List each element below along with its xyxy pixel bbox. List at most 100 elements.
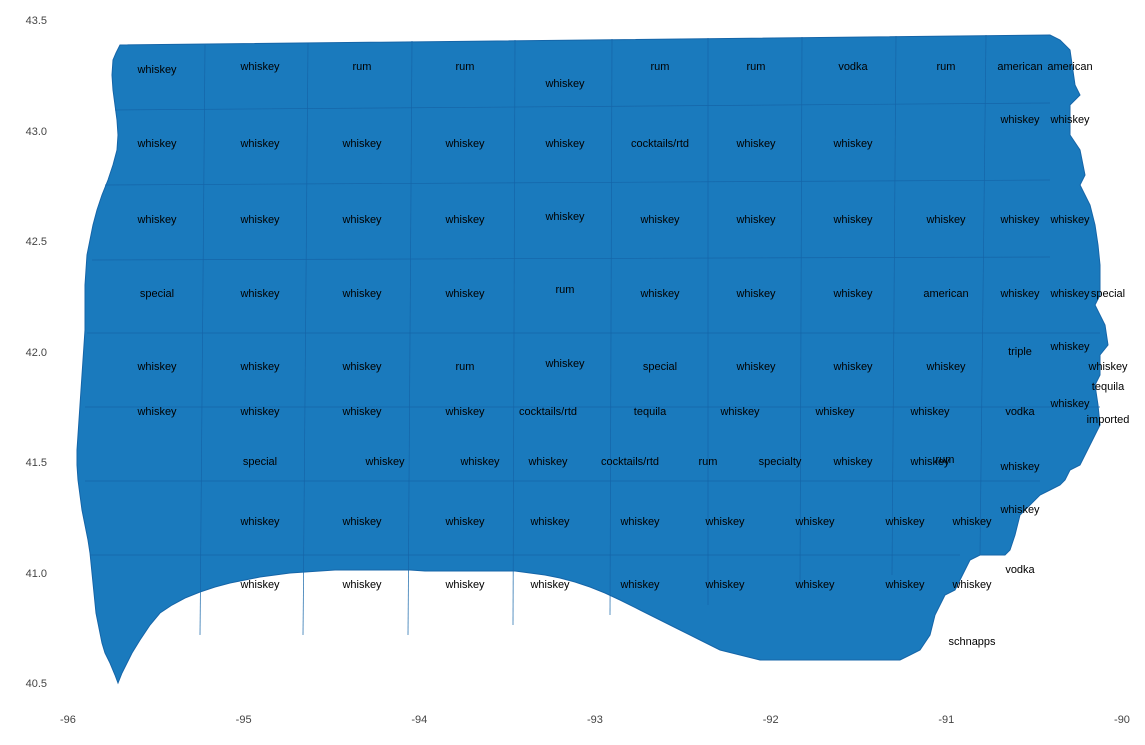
label-cherokee: whiskey: [239, 214, 280, 226]
label-osceola: whiskey: [239, 61, 280, 73]
label-jones: whiskey: [1049, 341, 1090, 353]
label-appanoose: whiskey: [794, 579, 835, 591]
label-worth: rum: [747, 61, 766, 73]
x-label--92: -92: [763, 714, 779, 726]
label-black-hawk: american: [923, 288, 968, 300]
label-dubuque-b: whiskey: [1087, 361, 1128, 373]
label-lyon: whiskey: [136, 64, 177, 76]
label-marion: rum: [699, 456, 718, 468]
label-hamilton: whiskey: [639, 288, 680, 300]
label-clayton-a: whiskey: [999, 214, 1040, 226]
label-guthrie: whiskey: [444, 406, 485, 418]
label-shelby: whiskey: [239, 406, 280, 418]
y-label-425: 42.5: [26, 236, 47, 248]
label-mitchell: vodka: [838, 61, 868, 73]
label-iowa: whiskey: [909, 406, 950, 418]
iowa-map-svg: whiskey whiskey rum rum whiskey rum rum …: [60, 15, 1130, 690]
label-poweshiek: whiskey: [814, 406, 855, 418]
label-pottawattamie: special: [243, 456, 277, 468]
label-wayne: whiskey: [704, 579, 745, 591]
label-jefferson: whiskey: [951, 516, 992, 528]
label-allamakee-a: american: [1047, 61, 1092, 73]
label-clay: whiskey: [341, 138, 382, 150]
x-label--91: -91: [938, 714, 954, 726]
label-palo-alto: whiskey: [444, 138, 485, 150]
label-emmet: rum: [456, 61, 475, 73]
label-des-moines-a: vodka: [1005, 564, 1035, 576]
label-washington: whiskey: [909, 456, 950, 468]
label-mahaska: specialty: [759, 456, 802, 468]
y-label-415: 41.5: [26, 457, 47, 469]
x-axis: -96 -95 -94 -93 -92 -91 -90: [60, 705, 1130, 735]
label-louisa: whiskey: [999, 461, 1040, 473]
label-ida: whiskey: [239, 288, 280, 300]
x-label--90: -90: [1114, 714, 1130, 726]
label-clarke: whiskey: [619, 516, 660, 528]
label-dubuque-a: special: [1091, 288, 1125, 300]
y-label-410: 41.0: [26, 568, 47, 580]
label-grundy: whiskey: [832, 288, 873, 300]
x-label--96: -96: [60, 714, 76, 726]
x-label--94: -94: [411, 714, 427, 726]
label-tama: whiskey: [832, 361, 873, 373]
label-carroll: whiskey: [341, 361, 382, 373]
label-polk: tequila: [634, 406, 667, 418]
label-allamakee-c: whiskey: [1049, 214, 1090, 226]
label-taylor: whiskey: [444, 579, 485, 591]
label-story: special: [643, 361, 677, 373]
label-greene: rum: [456, 361, 475, 373]
label-buchanan: whiskey: [999, 288, 1040, 300]
label-benton: whiskey: [925, 361, 966, 373]
label-bremer: whiskey: [832, 214, 873, 226]
label-winneshiek-b: whiskey: [999, 114, 1040, 126]
x-label--95: -95: [236, 714, 252, 726]
label-adair: whiskey: [459, 456, 500, 468]
label-hardin: whiskey: [735, 288, 776, 300]
label-cedar: whiskey: [1049, 398, 1090, 410]
label-sioux: whiskey: [136, 138, 177, 150]
label-delaware: whiskey: [1049, 288, 1090, 300]
label-hancock: whiskey: [639, 214, 680, 226]
label-lee: schnapps: [948, 636, 996, 648]
label-obrien: whiskey: [239, 138, 280, 150]
label-monona: whiskey: [136, 361, 177, 373]
label-crawford: whiskey: [239, 361, 280, 373]
label-kossuth-a: whiskey: [544, 78, 585, 90]
label-henry: whiskey: [999, 504, 1040, 516]
label-monroe: whiskey: [794, 516, 835, 528]
chart-container: 43.5 43.0 42.5 42.0 41.5 41.0 40.5: [0, 0, 1145, 745]
label-cass: whiskey: [364, 456, 405, 468]
label-union: whiskey: [529, 516, 570, 528]
label-boone: whiskey: [544, 358, 585, 370]
label-woodbury: special: [140, 288, 174, 300]
label-harrison: whiskey: [136, 406, 177, 418]
label-sac: whiskey: [341, 288, 382, 300]
label-butler: whiskey: [735, 214, 776, 226]
label-keokuk: whiskey: [832, 456, 873, 468]
label-davis: whiskey: [884, 579, 925, 591]
label-buena-vista: whiskey: [341, 214, 382, 226]
label-madison: whiskey: [527, 456, 568, 468]
y-label-435: 43.5: [26, 15, 47, 27]
label-dallas: cocktails/rtd: [519, 406, 577, 418]
y-label-405: 40.5: [26, 678, 47, 690]
label-fremont: whiskey: [239, 579, 280, 591]
x-label--93: -93: [587, 714, 603, 726]
label-chickasaw: whiskey: [832, 138, 873, 150]
label-floyd: whiskey: [735, 138, 776, 150]
label-cerro-gordo: cocktails/rtd: [631, 138, 689, 150]
label-van-buren: whiskey: [951, 579, 992, 591]
label-jackson-b: imported: [1087, 414, 1130, 426]
label-fayette: whiskey: [925, 214, 966, 226]
label-wapello: whiskey: [884, 516, 925, 528]
label-warren: cocktails/rtd: [601, 456, 659, 468]
y-axis: 43.5 43.0 42.5 42.0 41.5 41.0 40.5: [0, 15, 55, 690]
label-humboldt: whiskey: [544, 211, 585, 223]
label-ringgold: whiskey: [529, 579, 570, 591]
label-adams: whiskey: [444, 516, 485, 528]
label-calhoun: whiskey: [444, 288, 485, 300]
label-marshall: whiskey: [735, 361, 776, 373]
label-johnson: vodka: [1005, 406, 1035, 418]
label-winnebago: rum: [651, 61, 670, 73]
label-jackson-a: tequila: [1092, 381, 1125, 393]
